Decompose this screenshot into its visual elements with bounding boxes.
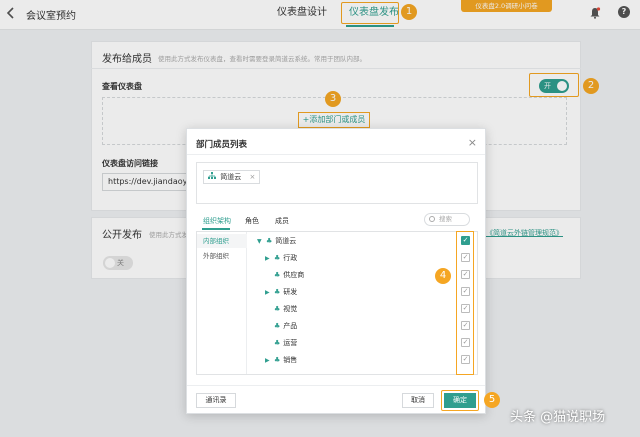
remove-chip-icon[interactable]: × [249, 173, 255, 181]
dialog-header-divider [187, 154, 485, 155]
tree-node[interactable]: ♣ 产品 [274, 318, 297, 334]
active-tab-indicator [202, 228, 230, 230]
org-icon: ♣ [274, 271, 281, 279]
department-member-dialog: 部门成员列表 × 简道云 × 组织架构 角色 成员 搜索 内部组织 外部组织 ▼… [186, 128, 486, 414]
tree-node[interactable]: ▼ ♣ 简道云 [257, 233, 296, 249]
annotation-badge-4: 4 [435, 268, 451, 284]
dialog-title: 部门成员列表 [196, 140, 248, 150]
org-icon: ♣ [274, 339, 281, 347]
tree-node-label: 研发 [283, 288, 298, 296]
contacts-button[interactable]: 通讯录 [196, 393, 236, 408]
tree-node[interactable]: ▶ ♣ 研发 [265, 284, 297, 300]
org-icon: ♣ [274, 254, 281, 262]
annotation-badge-5: 5 [484, 392, 500, 408]
tree-node-label: 运营 [283, 339, 298, 347]
dialog-footer-divider [187, 385, 485, 386]
search-placeholder: 搜索 [439, 215, 452, 223]
org-icon: ♣ [274, 288, 281, 296]
org-icon: ♣ [274, 356, 281, 364]
side-item-external[interactable]: 外部组织 [197, 249, 247, 263]
tree-node[interactable]: ▶ ♣ 行政 [265, 250, 297, 266]
org-icon [208, 172, 218, 181]
tab-roles[interactable]: 角色 [245, 216, 259, 226]
caret-down-icon[interactable]: ▼ [257, 234, 266, 250]
tab-members[interactable]: 成员 [275, 216, 289, 226]
selected-members-box: 简道云 × [196, 162, 478, 204]
org-tree-frame: 内部组织 外部组织 ▼ ♣ 简道云 ▶ ♣ 行政 ♣ 供应商 ▶ ♣ 研发 ♣ 视觉 ♣ 产品 ♣… [196, 231, 478, 375]
tree-node[interactable]: ♣ 视觉 [274, 301, 297, 317]
highlight-box-5 [441, 390, 479, 411]
member-search-input[interactable]: 搜索 [424, 213, 470, 226]
caret-right-icon[interactable]: ▶ [265, 353, 274, 369]
tree-node-label: 行政 [283, 254, 298, 262]
close-icon[interactable]: × [468, 136, 477, 149]
tree-node-label: 供应商 [283, 271, 305, 279]
tab-org-structure[interactable]: 组织架构 [203, 216, 231, 226]
org-type-panel: 内部组织 外部组织 [197, 232, 247, 374]
side-item-internal[interactable]: 内部组织 [197, 234, 247, 248]
caret-right-icon[interactable]: ▶ [265, 251, 274, 267]
highlight-box-4 [456, 231, 474, 375]
cancel-button[interactable]: 取消 [402, 393, 434, 408]
tree-node[interactable]: ♣ 供应商 [274, 267, 304, 283]
tree-node[interactable]: ♣ 运营 [274, 335, 297, 351]
selected-chip-label: 简道云 [220, 173, 242, 181]
selected-chip[interactable]: 简道云 × [203, 170, 261, 184]
tree-node-label: 简道云 [275, 237, 297, 245]
tree-node-label: 销售 [283, 356, 298, 364]
tree-node-label: 视觉 [283, 305, 298, 313]
tree-node[interactable]: ▶ ♣ 销售 [265, 352, 297, 368]
tree-node-label: 产品 [283, 322, 298, 330]
org-icon: ♣ [266, 237, 273, 245]
watermark: 头条 @猫说职场 [510, 410, 606, 425]
org-icon: ♣ [274, 322, 281, 330]
org-icon: ♣ [274, 305, 281, 313]
caret-right-icon[interactable]: ▶ [265, 285, 274, 301]
search-icon [429, 216, 435, 222]
